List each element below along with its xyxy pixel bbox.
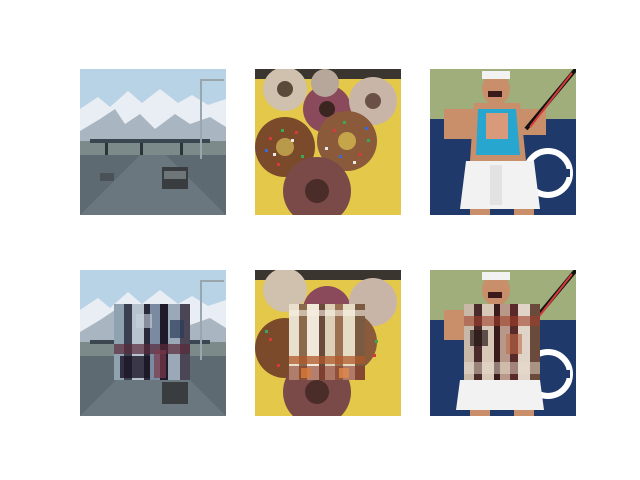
tennis-player-patched-image — [430, 270, 576, 416]
adversarial-patch — [114, 304, 190, 380]
road-mountains-image — [80, 69, 226, 215]
image-grid-figure — [0, 0, 640, 480]
adversarial-patch — [464, 304, 540, 380]
donuts-image — [255, 69, 401, 215]
adversarial-patch — [289, 304, 365, 380]
tennis-player-image — [430, 69, 576, 215]
donuts-patched-image — [255, 270, 401, 416]
road-mountains-patched-image — [80, 270, 226, 416]
